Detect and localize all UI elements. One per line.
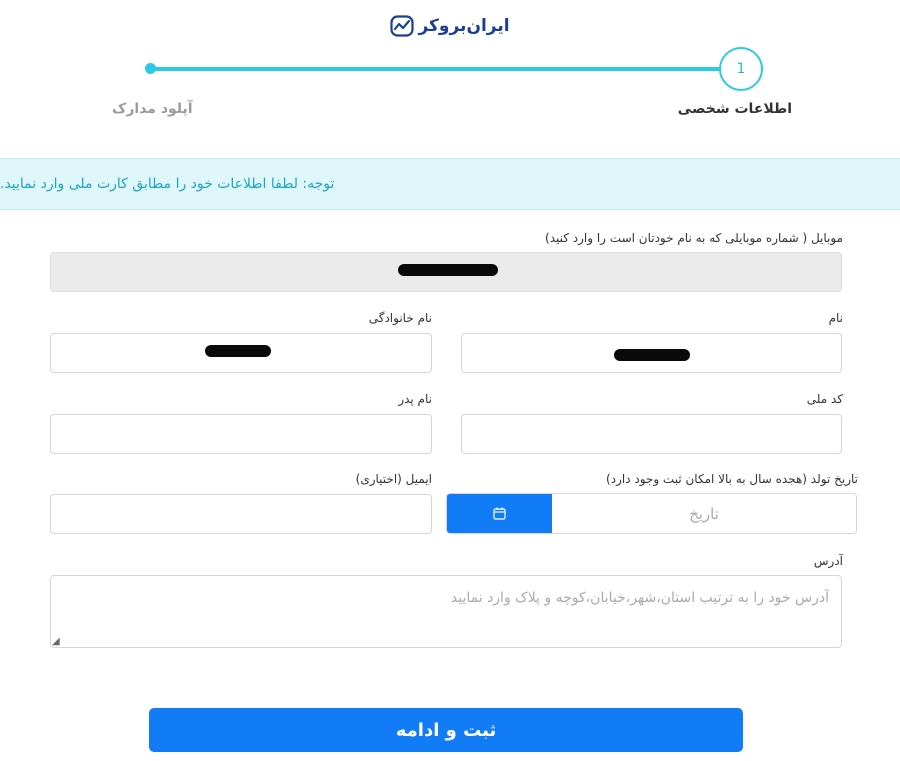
address-textarea[interactable] [50,575,842,648]
birth-date-label: تاریخ تولد (هجده سال به بالا امکان ثبت و… [606,472,858,486]
resize-handle-icon[interactable]: ◢ [52,636,60,647]
mobile-label: موبایل ( شماره موبایلی که به نام خودتان … [545,231,843,245]
stepper-step-2-label: آپلود مدارک [112,101,193,117]
brand-name: ایران‌بروکر [418,16,510,36]
stepper-progress-line [150,67,740,71]
stepper-step-number: 1 [736,61,746,77]
address-label: آدرس [813,554,843,568]
submit-continue-button[interactable]: ثبت و ادامه [149,708,743,752]
notice-banner: توجه: لطفا اطلاعات خود را مطابق کارت ملی… [0,158,900,210]
last-name-label: نام خانوادگی [368,311,432,325]
stepper-step-1-circle[interactable]: 1 [719,47,763,91]
calendar-icon [493,507,506,520]
birth-date-input[interactable] [552,494,856,533]
chart-trend-icon [390,15,415,37]
father-name-label: نام پدر [398,392,432,406]
stepper-step-2-dot[interactable] [145,63,156,74]
date-picker-button[interactable] [447,494,552,533]
national-code-label: کد ملی [806,392,843,406]
father-name-input[interactable] [50,414,432,454]
brand-logo[interactable]: ایران‌بروکر [380,12,520,40]
redaction-mark [398,264,498,276]
redaction-mark [614,349,690,361]
first-name-label: نام [828,311,843,325]
national-code-input[interactable] [461,414,842,454]
email-label: ایمیل (اختیاری) [355,472,432,486]
redaction-mark [205,345,271,357]
notice-text: توجه: لطفا اطلاعات خود را مطابق کارت ملی… [0,176,335,192]
stepper-step-1-label: اطلاعات شخصی [677,101,792,117]
email-input[interactable] [50,494,432,534]
birth-date-field [446,493,857,534]
